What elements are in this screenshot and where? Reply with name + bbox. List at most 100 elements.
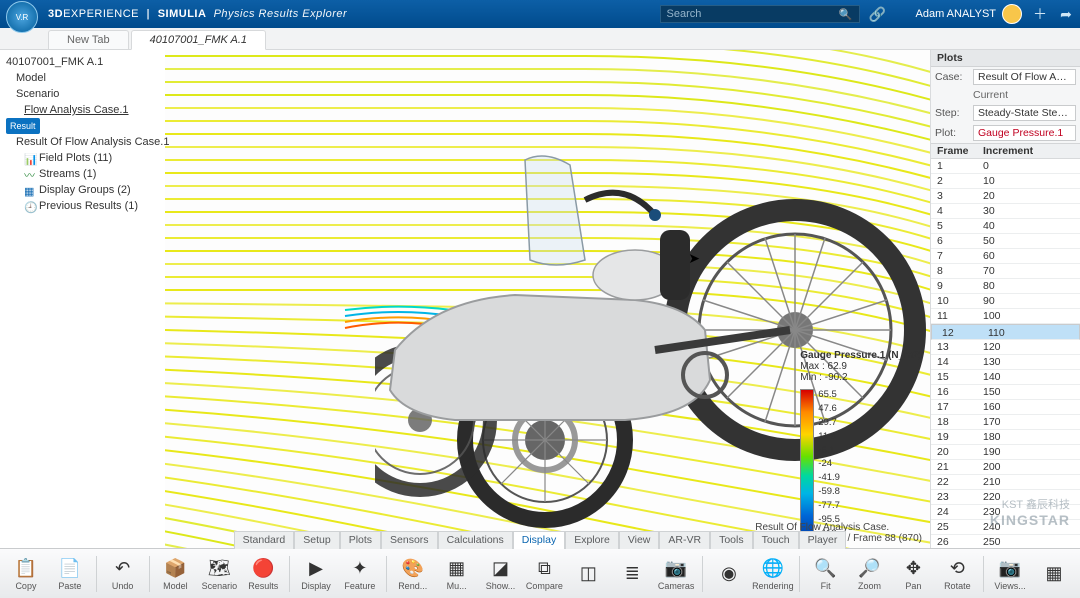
toolbar-tab-plots[interactable]: Plots [340,531,381,549]
share-icon[interactable]: ➦ [1058,6,1074,22]
toolbar-tab-explore[interactable]: Explore [565,531,619,549]
toolbar-tab-standard[interactable]: Standard [234,531,295,549]
model-icon: 📦 [163,556,187,580]
table-row[interactable]: 430 [931,204,1080,219]
table-row[interactable]: 980 [931,279,1080,294]
tree-result-tag[interactable]: Result [6,118,159,134]
display-button[interactable]: ▶Display [294,551,338,597]
toolbar-tabs: StandardSetupPlotsSensorsCalculationsDis… [0,531,1080,549]
grid-button[interactable]: ▦ [1032,551,1076,597]
rotate-button[interactable]: ⟲Rotate [935,551,979,597]
split-button[interactable]: ◫ [566,551,610,597]
table-row[interactable]: 760 [931,249,1080,264]
table-row[interactable]: 16150 [931,385,1080,400]
frames-table: FrameIncrement 1021032043054065076087098… [931,143,1080,548]
multi-button[interactable]: ▦Mu... [435,551,479,597]
table-row[interactable]: 320 [931,189,1080,204]
zoom-button[interactable]: 🔎Zoom [848,551,892,597]
results-icon: 🔴 [251,556,275,580]
add-icon[interactable]: ＋ [1032,6,1048,22]
toolbar-tab-player[interactable]: Player [799,531,847,549]
field-plot-icon: 📊 [24,152,36,164]
3d-viewport[interactable]: Gauge Pressure.1 (N_m2) Max : 62.9 Min :… [165,50,930,548]
toolbar-tab-ar-vr[interactable]: AR-VR [659,531,710,549]
tree-display-groups[interactable]: ▦Display Groups (2) [6,182,159,198]
copy-icon: 📋 [14,556,38,580]
colorbar [800,389,814,539]
table-row[interactable]: 210 [931,174,1080,189]
table-row[interactable]: 12110 [931,324,1080,340]
views-button[interactable]: 📷Views... [988,551,1032,597]
feature-icon: ✦ [348,556,372,580]
table-row[interactable]: 21200 [931,460,1080,475]
tree-prev-results[interactable]: 🕘Previous Results (1) [6,198,159,214]
copy-button[interactable]: 📋Copy [4,551,48,597]
table-row[interactable]: 540 [931,219,1080,234]
table-row[interactable]: 1090 [931,294,1080,309]
table-row[interactable]: 18170 [931,415,1080,430]
table-row[interactable]: 11100 [931,309,1080,324]
paste-button[interactable]: 📄Paste [48,551,92,597]
top-bar: V.R 3DEXPERIENCE | SIMULIA Physics Resul… [0,0,1080,28]
show-button[interactable]: ◪Show... [479,551,523,597]
history-icon: 🕘 [24,200,36,212]
table-row[interactable]: 17160 [931,400,1080,415]
compare-button[interactable]: ⧉Compare [522,551,566,597]
feature-button[interactable]: ✦Feature [338,551,382,597]
tab-active[interactable]: 40107001_FMK A.1 [131,30,266,50]
toolbar-tab-touch[interactable]: Touch [753,531,799,549]
cameras-icon: 📷 [664,556,688,580]
table-row[interactable]: 19180 [931,430,1080,445]
toolbar-tab-tools[interactable]: Tools [710,531,753,549]
tree-field-plots[interactable]: 📊Field Plots (11) [6,150,159,166]
toolbar-tab-calculations[interactable]: Calculations [438,531,513,549]
rendering-button[interactable]: 🌐Rendering [751,551,795,597]
search-input[interactable]: Search 🔍 [660,5,860,23]
model-button[interactable]: 📦Model [153,551,197,597]
results-button[interactable]: 🔴Results [241,551,285,597]
cameras-button[interactable]: 📷Cameras [654,551,698,597]
rotate-icon: ⟲ [945,556,969,580]
table-row[interactable]: 15140 [931,370,1080,385]
toolbar-tab-sensors[interactable]: Sensors [381,531,438,549]
multi-icon: ▦ [445,556,469,580]
table-row[interactable]: 10 [931,159,1080,174]
layers-button[interactable]: ≣ [610,551,654,597]
step-select[interactable]: Steady-State Step.1 [973,105,1076,121]
scenario-button[interactable]: 🗺Scenario [197,551,241,597]
table-row[interactable]: 22210 [931,475,1080,490]
toolbar-tab-display[interactable]: Display [513,531,565,549]
table-row[interactable]: 650 [931,234,1080,249]
tree-model[interactable]: Model [6,70,159,86]
rendering-icon: 🌐 [761,556,785,580]
zoom-icon: 🔎 [858,556,882,580]
tree-root[interactable]: 40107001_FMK A.1 [6,54,159,70]
link-icon[interactable]: 🔗 [870,6,886,22]
pan-button[interactable]: ✥Pan [891,551,935,597]
table-row[interactable]: 870 [931,264,1080,279]
render-button[interactable]: 🎨Rend... [391,551,435,597]
tree-flow-case[interactable]: Flow Analysis Case.1 [6,102,159,118]
fit-button[interactable]: 🔍Fit [804,551,848,597]
grid-icon: ▦ [1042,561,1066,585]
fit-icon: 🔍 [814,556,838,580]
ar-icon: ◉ [717,561,741,585]
table-row[interactable]: 14130 [931,355,1080,370]
tree-scenario[interactable]: Scenario [6,86,159,102]
tree-streams[interactable]: 〰Streams (1) [6,166,159,182]
color-legend: Gauge Pressure.1 (N_m2) Max : 62.9 Min :… [800,350,922,539]
toolbar-tab-view[interactable]: View [619,531,660,549]
pan-icon: ✥ [901,556,925,580]
undo-button[interactable]: ↶Undo [101,551,145,597]
plot-select[interactable]: Gauge Pressure.1 [973,125,1076,141]
compass-icon[interactable]: V.R [6,1,38,33]
toolbar-tab-setup[interactable]: Setup [294,531,339,549]
table-row[interactable]: 20190 [931,445,1080,460]
user-menu[interactable]: Adam ANALYST [916,4,1023,24]
ar-button[interactable]: ◉ [707,551,751,597]
tab-new[interactable]: New Tab [48,30,129,49]
table-row[interactable]: 13120 [931,340,1080,355]
display-icon: ▶ [304,556,328,580]
tree-result-of[interactable]: Result Of Flow Analysis Case.1 [6,134,159,150]
case-select[interactable]: Result Of Flow Analysis ... [973,69,1076,85]
